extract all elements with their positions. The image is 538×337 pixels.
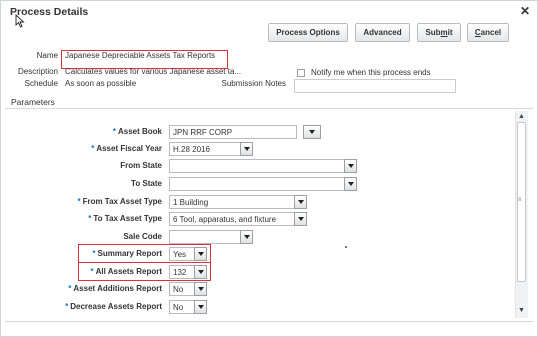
cancel-button[interactable]: Cancel: [467, 23, 509, 42]
notify-label: Notify me when this process ends: [311, 68, 431, 77]
description-label: Description: [17, 67, 58, 76]
name-label: Name: [36, 51, 58, 60]
decrease-assets-report-select[interactable]: No: [169, 300, 195, 314]
asset-fiscal-year-label-text: Asset Fiscal Year: [96, 144, 162, 153]
asset-book-label: * Asset Book: [113, 127, 162, 136]
required-marker: *: [91, 144, 95, 153]
chevron-down-icon[interactable]: [303, 125, 321, 139]
notify-checkbox[interactable]: [297, 69, 305, 77]
all-assets-report-highlight: [78, 262, 211, 281]
parameters-section-title: Parameters: [11, 97, 55, 107]
asset-fiscal-year-label: * Asset Fiscal Year: [91, 144, 162, 153]
required-marker: *: [112, 127, 116, 136]
parameters-divider: [5, 108, 533, 109]
process-options-button[interactable]: Process Options: [268, 23, 348, 42]
schedule-label: Schedule: [24, 79, 58, 88]
submission-notes-label: Submission Notes: [221, 79, 286, 88]
scrollbar-grip-icon: ≡: [518, 197, 522, 203]
cancel-label-end: ancel: [480, 28, 502, 37]
asset-book-label-text: Asset Book: [117, 127, 162, 136]
asset-fiscal-year-select[interactable]: H.28 2016: [169, 142, 241, 156]
from-tax-asset-type-label-text: From Tax Asset Type: [82, 197, 162, 206]
from-state-select[interactable]: [169, 159, 345, 173]
submit-label-mnemonic: m: [440, 28, 448, 37]
sale-code-label-text: Sale Code: [123, 232, 162, 241]
to-state-label: To State: [131, 179, 162, 188]
chevron-down-icon[interactable]: [240, 142, 253, 156]
chevron-down-icon[interactable]: [294, 195, 307, 209]
scroll-down-icon[interactable]: ▼: [518, 307, 525, 314]
required-marker: *: [77, 197, 81, 206]
advanced-button[interactable]: Advanced: [355, 23, 410, 42]
chevron-down-icon[interactable]: [240, 230, 253, 244]
required-marker: *: [68, 284, 72, 293]
process-details-dialog: Process Details ✕ Process Options Advanc…: [0, 0, 538, 337]
advanced-label: Advanced: [363, 28, 402, 37]
chevron-down-icon[interactable]: [344, 177, 357, 191]
description-value: Calculates values for various Japanese a…: [65, 67, 242, 76]
sale-code-select[interactable]: [169, 230, 241, 244]
required-marker: *: [65, 302, 69, 311]
decorative-dot: [345, 246, 347, 248]
sale-code-label: Sale Code: [123, 232, 162, 241]
summary-report-highlight: [78, 244, 211, 263]
asset-additions-report-select[interactable]: No: [169, 282, 195, 296]
decrease-assets-report-label: * Decrease Assets Report: [65, 302, 162, 311]
from-state-label: From State: [120, 161, 162, 170]
chevron-down-icon[interactable]: [194, 282, 207, 296]
asset-additions-report-label-text: Asset Additions Report: [73, 284, 162, 293]
submit-label-end: it: [447, 28, 453, 37]
decrease-assets-report-label-text: Decrease Assets Report: [70, 302, 162, 311]
chevron-down-icon[interactable]: [294, 212, 307, 226]
from-tax-asset-type-label: * From Tax Asset Type: [77, 197, 162, 206]
submission-notes-field[interactable]: [294, 79, 456, 93]
to-state-label-text: To State: [131, 179, 162, 188]
schedule-value: As soon as possible: [65, 79, 137, 88]
close-icon[interactable]: ✕: [520, 4, 530, 18]
chevron-down-icon[interactable]: [344, 159, 357, 173]
to-tax-asset-type-label-text: To Tax Asset Type: [93, 214, 162, 223]
scroll-up-icon[interactable]: ▲: [518, 113, 525, 120]
to-tax-asset-type-select[interactable]: 6 Tool, apparatus, and fixture: [169, 212, 295, 226]
from-state-label-text: From State: [120, 161, 162, 170]
submit-label-start: Sub: [425, 28, 441, 37]
footer-divider: [5, 321, 533, 322]
submit-button[interactable]: Sub m it: [417, 23, 461, 42]
process-options-label: Process Options: [276, 28, 340, 37]
to-tax-asset-type-label: * To Tax Asset Type: [88, 214, 162, 223]
asset-book-select[interactable]: JPN RRF CORP: [169, 125, 297, 139]
chevron-down-icon[interactable]: [194, 300, 207, 314]
to-state-select[interactable]: [169, 177, 345, 191]
from-tax-asset-type-select[interactable]: 1 Building: [169, 195, 295, 209]
asset-additions-report-label: * Asset Additions Report: [68, 284, 162, 293]
required-marker: *: [88, 214, 92, 223]
mouse-cursor-icon: [15, 14, 25, 28]
